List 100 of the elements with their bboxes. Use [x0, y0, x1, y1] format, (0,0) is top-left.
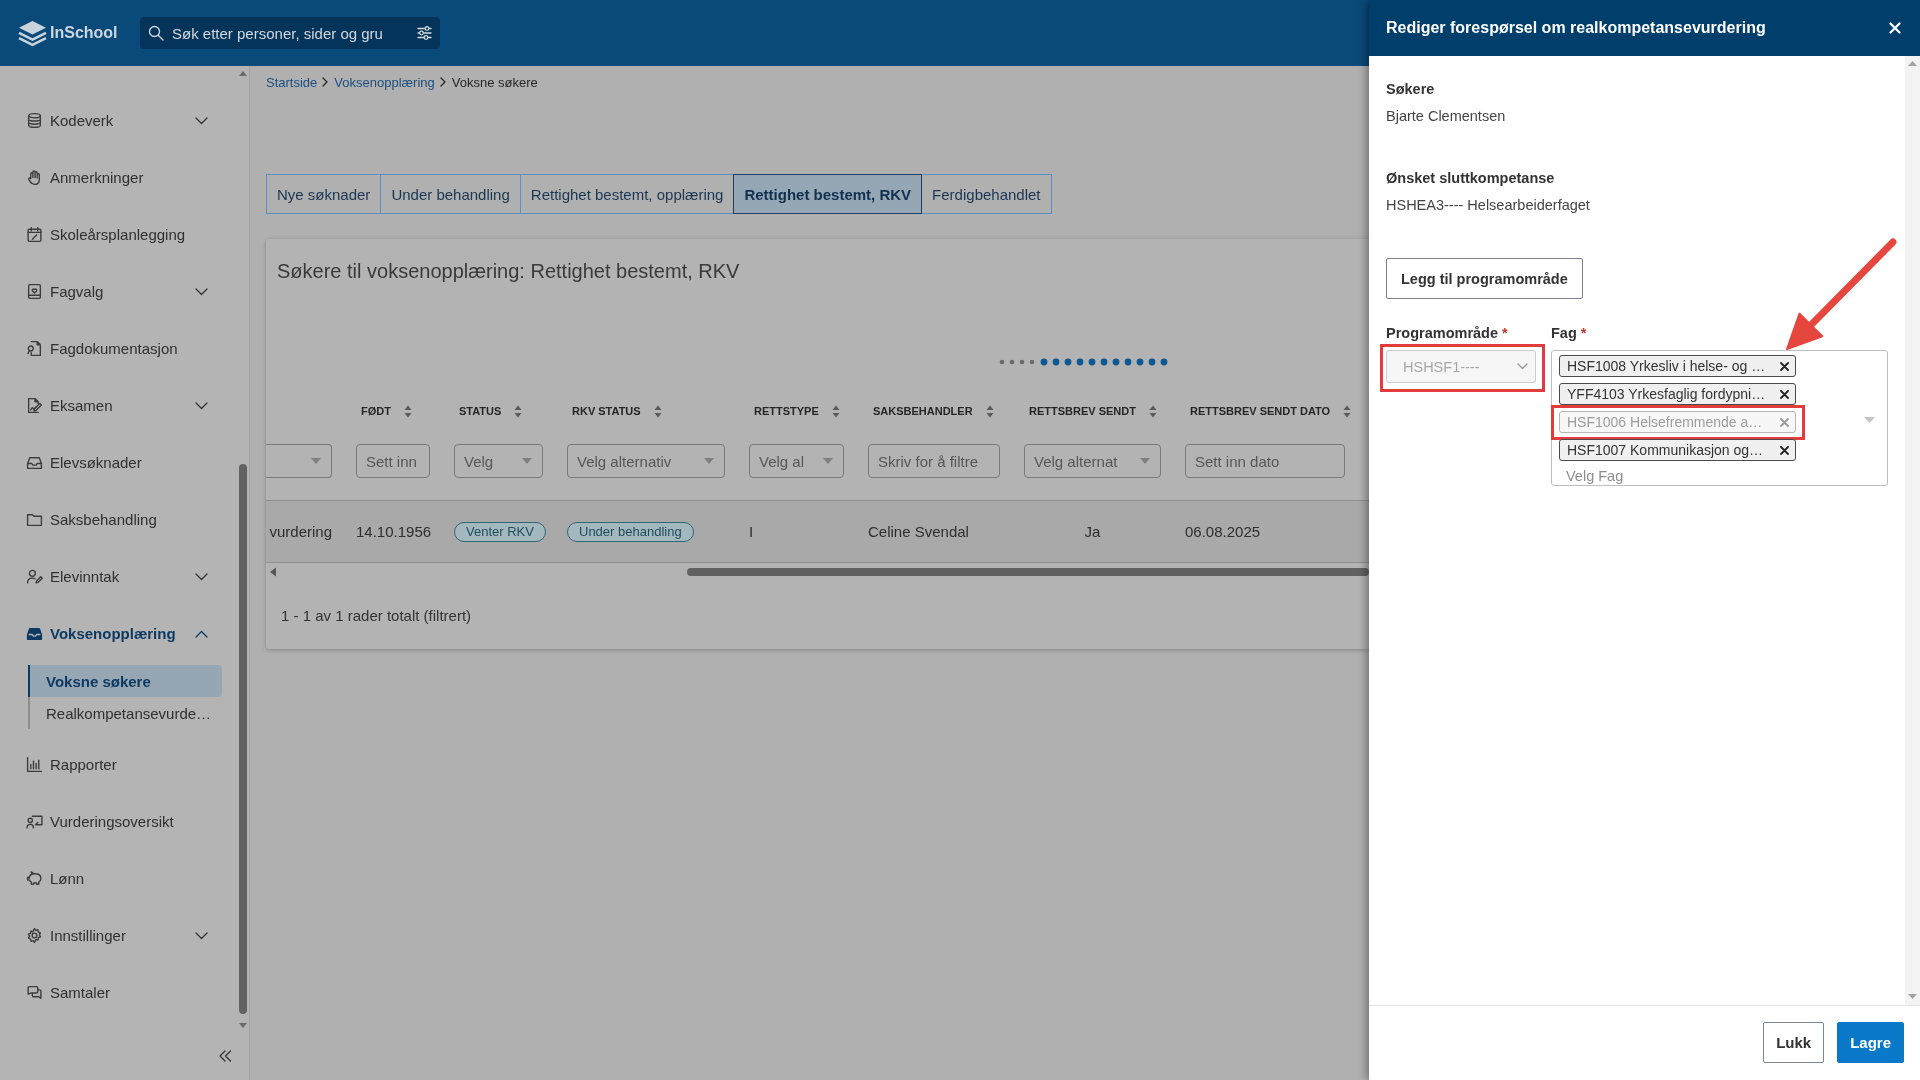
filter-dropdown[interactable]: Velg alternat: [1024, 444, 1161, 478]
field-label: Søkere: [1386, 80, 1435, 98]
caret-down-icon: [1864, 417, 1875, 423]
sidebar-item[interactable]: Eksamen: [0, 377, 237, 434]
panel-title: Rediger forespørsel om realkompetansevurdering: [1386, 19, 1767, 37]
caret-down-icon: [522, 458, 532, 464]
sidebar-item[interactable]: Skoleårsplanlegging: [0, 206, 237, 263]
sliders-icon[interactable]: [417, 26, 432, 40]
sort-icon[interactable]: [514, 404, 523, 418]
column-header[interactable]: RKV STATUS: [572, 404, 662, 418]
column-header[interactable]: RETTSTYPE: [754, 404, 840, 418]
brand-name: InSchool: [50, 24, 118, 42]
field-label: Ønsket sluttkompetanse: [1386, 169, 1555, 187]
subject-chip[interactable]: HSF1008 Yrkesliv i helse- og …: [1559, 355, 1796, 377]
column-header[interactable]: RETTSBREV SENDT: [1029, 404, 1157, 418]
document-search-icon: [26, 340, 43, 357]
sidebar-item[interactable]: Elevsøknader: [0, 434, 237, 491]
sort-icon[interactable]: [1148, 404, 1157, 418]
sidebar-item[interactable]: Fagvalg: [0, 263, 237, 320]
bar-chart-icon: [26, 756, 43, 773]
double-chevron-left-icon[interactable]: [218, 1050, 232, 1062]
status-badge: Venter RKV: [454, 521, 546, 542]
sort-icon[interactable]: [403, 404, 412, 418]
piggy-bank-icon: [26, 870, 43, 887]
column-header[interactable]: RETTSBREV SENDT DATO: [1190, 404, 1352, 418]
section-title: Søkere til voksenopplæring: Rettighet bestemt, RKV: [277, 259, 740, 283]
row-count: 1 - 1 av 1 rader totalt (filtrert): [281, 607, 472, 625]
breadcrumb-link[interactable]: Voksenopplæring: [334, 74, 435, 90]
search-field[interactable]: Søk etter personer, sider og gru: [140, 17, 440, 49]
column-header[interactable]: SAKSBEHANDLER: [873, 404, 994, 418]
filter-dropdown[interactable]: Velg alternativ: [567, 444, 725, 478]
person-board-icon: [26, 813, 43, 830]
tab[interactable]: Nye søknader: [266, 174, 382, 214]
sort-icon[interactable]: [653, 404, 662, 418]
close-button[interactable]: Lukk: [1763, 1022, 1825, 1063]
caret-down-icon: [823, 458, 833, 464]
sidebar-item[interactable]: Saksbehandling: [0, 491, 237, 548]
chevron-down-icon[interactable]: [195, 931, 208, 940]
field-value: HSHEA3---- Helsearbeiderfaget: [1386, 196, 1590, 214]
tab[interactable]: Rettighet bestemt, opplæring: [519, 174, 735, 214]
column-header[interactable]: FØDT: [361, 404, 412, 418]
inbox-icon: [26, 454, 43, 471]
sidebar-item[interactable]: Samtaler: [0, 964, 237, 1021]
sidebar-subitem[interactable]: Voksne søkere: [28, 665, 222, 697]
stacked-layers-icon: [18, 19, 47, 47]
caret-down-icon: [1140, 458, 1150, 464]
sidebar-item[interactable]: Fagdokumentasjon: [0, 320, 237, 377]
calendar-icon: [26, 226, 43, 243]
breadcrumb-current: Voksne søkere: [451, 74, 538, 90]
table-text: 14.10.1956: [356, 523, 432, 540]
sidebar-item[interactable]: Kodeverk: [0, 92, 237, 149]
sidebar-item[interactable]: Lønn: [0, 850, 237, 907]
close-icon[interactable]: [1780, 389, 1789, 399]
status-badge: Under behandling: [567, 521, 694, 542]
sidebar-item[interactable]: Innstillinger: [0, 907, 237, 964]
close-icon[interactable]: [1780, 361, 1789, 371]
chevron-down-icon[interactable]: [195, 116, 208, 125]
table-text: vurdering: [269, 523, 332, 540]
sidebar-item[interactable]: Rapporter: [0, 736, 237, 793]
sort-icon[interactable]: [985, 404, 994, 418]
close-icon[interactable]: [1780, 445, 1789, 455]
add-program-area-button[interactable]: Legg til programområde: [1386, 258, 1583, 299]
hand-icon: [26, 169, 43, 186]
save-button[interactable]: Lagre: [1837, 1022, 1904, 1063]
sidebar-item[interactable]: Voksenopplæring: [0, 605, 237, 662]
chevron-right-icon: [322, 77, 329, 87]
subject-chip[interactable]: HSF1007 Kommunikasjon og…: [1559, 439, 1796, 461]
sidebar-item[interactable]: Anmerkninger: [0, 149, 237, 206]
table-text: Celine Svendal: [868, 523, 969, 540]
chevron-down-icon[interactable]: [195, 287, 208, 296]
inbox-icon: [26, 625, 43, 642]
filter-field[interactable]: Skriv for å filtre: [868, 444, 1000, 478]
filter-dropdown[interactable]: Velg al: [749, 444, 844, 478]
folder-icon: [26, 511, 43, 528]
table-text: I: [749, 523, 754, 540]
filter-dropdown[interactable]: Velg: [454, 444, 543, 478]
chevron-down-icon: [1517, 363, 1528, 370]
subject-chip[interactable]: YFF4103 Yrkesfaglig fordypni…: [1559, 383, 1796, 405]
chevron-right-icon: [439, 77, 446, 87]
field-value: Bjarte Clementsen: [1386, 107, 1506, 125]
filter-field[interactable]: Sett inn dato: [1185, 444, 1345, 478]
sort-icon[interactable]: [1343, 404, 1352, 418]
chevron-up-icon[interactable]: [195, 629, 208, 638]
filter-field[interactable]: Sett inn: [356, 444, 430, 478]
sidebar-item[interactable]: Elevinntak: [0, 548, 237, 605]
tab[interactable]: Rettighet bestemt, RKV: [733, 174, 923, 214]
column-header[interactable]: STATUS: [459, 404, 523, 418]
table-text: 06.08.2025: [1185, 523, 1261, 540]
chevron-down-icon[interactable]: [195, 401, 208, 410]
field-label: Programområde *: [1386, 324, 1508, 342]
chevron-down-icon[interactable]: [195, 572, 208, 581]
tab[interactable]: Ferdigbehandlet: [921, 174, 1052, 214]
sidebar-subitem[interactable]: Realkompetansevurde…: [28, 697, 222, 729]
sort-icon[interactable]: [831, 404, 840, 418]
tab[interactable]: Under behandling: [380, 174, 521, 214]
caret-down-icon: [311, 458, 321, 464]
document-edit-icon: [26, 397, 43, 414]
breadcrumb-link[interactable]: Startside: [266, 74, 318, 90]
scrollbar[interactable]: [1905, 56, 1920, 1005]
sidebar-item[interactable]: Vurderingsoversikt: [0, 793, 237, 850]
